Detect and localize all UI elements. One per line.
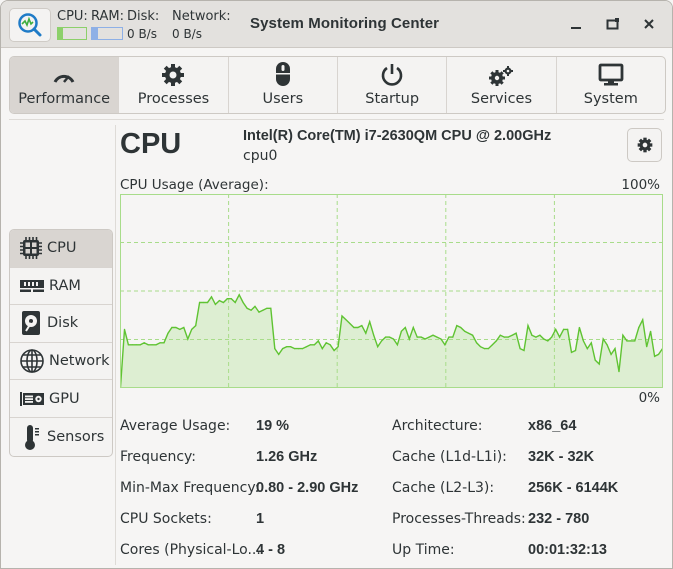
info-left-label: CPU Sockets: bbox=[120, 511, 212, 527]
tab-users[interactable]: Users bbox=[229, 57, 338, 113]
speedometer-icon bbox=[53, 74, 75, 83]
chart-max-label: 100% bbox=[621, 177, 660, 193]
cpu-model-name: Intel(R) Core(TM) i7-2630QM CPU @ 2.00GH… bbox=[243, 128, 552, 144]
cpu-mini-label: CPU: bbox=[57, 9, 88, 24]
minimize-icon bbox=[571, 27, 581, 29]
side-tab-cpu[interactable]: CPU bbox=[10, 230, 112, 268]
info-right-label: Cache (L1d-L1i): bbox=[392, 449, 507, 465]
app-window: CPU: RAM: Disk: Network: 0 B/s 0 B/s Sys… bbox=[0, 0, 673, 569]
tab-system[interactable]: System bbox=[557, 57, 665, 113]
power-icon bbox=[381, 64, 403, 86]
info-left-label: Cores (Physical-Lo... bbox=[120, 542, 261, 558]
side-tab-network-label: Network bbox=[49, 353, 110, 370]
minimize-button[interactable] bbox=[565, 13, 587, 35]
tab-performance-label: Performance bbox=[18, 91, 111, 107]
tab-startup-label: Startup bbox=[365, 91, 420, 107]
header-bar: CPU: RAM: Disk: Network: 0 B/s 0 B/s Sys… bbox=[1, 1, 672, 48]
globe-icon bbox=[20, 349, 44, 373]
info-right-value: 256K - 6144K bbox=[528, 480, 619, 496]
tab-services-label: Services bbox=[470, 91, 533, 107]
cpu-mini-bar bbox=[57, 27, 87, 40]
network-mini-label: Network: bbox=[172, 9, 231, 24]
info-left-label: Average Usage: bbox=[120, 418, 231, 434]
info-left-label: Frequency: bbox=[120, 449, 197, 465]
cpu-device-name: cpu0 bbox=[243, 148, 278, 164]
maximize-button[interactable] bbox=[602, 13, 624, 35]
gpu-icon bbox=[20, 391, 44, 406]
side-tab-ram-label: RAM bbox=[49, 277, 81, 294]
network-mini-value: 0 B/s bbox=[172, 27, 202, 41]
info-right-value: 00:01:32:13 bbox=[528, 542, 607, 558]
info-left-value: 1.26 GHz bbox=[256, 449, 318, 465]
close-icon bbox=[644, 19, 654, 29]
tab-processes[interactable]: Processes bbox=[119, 57, 229, 113]
info-right-value: 232 - 780 bbox=[528, 511, 590, 527]
tab-users-label: Users bbox=[262, 91, 304, 107]
ram-mini-bar bbox=[91, 27, 123, 40]
gear-icon bbox=[637, 137, 652, 153]
tab-system-label: System bbox=[583, 91, 638, 107]
side-tab-disk[interactable]: Disk bbox=[10, 305, 112, 343]
tab-processes-label: Processes bbox=[137, 91, 210, 107]
cpu-usage-chart bbox=[120, 194, 663, 388]
performance-side-tabs: CPU RAM Disk Network GPU Sensors bbox=[9, 229, 113, 457]
main-tab-bar: Performance Processes Users Startup Serv… bbox=[9, 56, 666, 114]
cpu-chip-icon bbox=[20, 237, 42, 260]
side-tab-sensors[interactable]: Sensors bbox=[10, 418, 112, 456]
disk-mini-value: 0 B/s bbox=[127, 27, 157, 41]
info-right-value: 32K - 32K bbox=[528, 449, 595, 465]
info-left-label: Min-Max Frequency: bbox=[120, 480, 260, 496]
chart-min-label: 0% bbox=[638, 390, 660, 406]
gears-icon bbox=[489, 66, 514, 86]
info-right-label: Cache (L2-L3): bbox=[392, 480, 495, 496]
info-left-value: 0.80 - 2.90 GHz bbox=[256, 480, 359, 496]
ram-mini-bar-fill bbox=[92, 28, 98, 39]
tab-performance[interactable]: Performance bbox=[10, 57, 120, 113]
ram-mini-label: RAM: bbox=[91, 9, 124, 24]
side-tab-gpu[interactable]: GPU bbox=[10, 380, 112, 418]
disk-mini-label: Disk: bbox=[127, 9, 160, 24]
app-menu-button[interactable] bbox=[9, 8, 51, 42]
info-right-value: x86_64 bbox=[528, 418, 577, 434]
divider bbox=[115, 125, 116, 565]
window-title: System Monitoring Center bbox=[250, 15, 440, 32]
mouse-icon bbox=[275, 62, 290, 86]
side-tab-disk-label: Disk bbox=[47, 315, 79, 332]
disk-icon bbox=[22, 311, 40, 336]
cpu-usage-area bbox=[120, 294, 663, 388]
info-right-label: Architecture: bbox=[392, 418, 483, 434]
cpu-mini-bar-fill bbox=[58, 28, 64, 39]
info-right-label: Up Time: bbox=[392, 542, 455, 558]
tab-services[interactable]: Services bbox=[447, 57, 557, 113]
page-title: CPU bbox=[120, 128, 182, 160]
monitor-search-icon bbox=[18, 13, 42, 37]
info-right-label: Processes-Threads: bbox=[392, 511, 526, 527]
tab-startup[interactable]: Startup bbox=[338, 57, 448, 113]
close-button[interactable] bbox=[638, 13, 660, 35]
monitor-icon bbox=[598, 63, 624, 86]
side-tab-gpu-label: GPU bbox=[49, 390, 80, 407]
info-left-value: 4 - 8 bbox=[256, 542, 286, 558]
thermometer-icon bbox=[25, 424, 39, 450]
chart-title: CPU Usage (Average): bbox=[120, 177, 269, 193]
info-left-value: 19 % bbox=[256, 418, 290, 434]
side-tab-network[interactable]: Network bbox=[10, 343, 112, 381]
side-tab-cpu-label: CPU bbox=[47, 240, 77, 257]
ram-icon bbox=[20, 279, 44, 292]
cpu-settings-button[interactable] bbox=[627, 128, 662, 162]
divider bbox=[9, 119, 664, 120]
info-left-value: 1 bbox=[256, 511, 265, 527]
side-tab-sensors-label: Sensors bbox=[47, 428, 105, 445]
side-tab-ram[interactable]: RAM bbox=[10, 268, 112, 306]
gear-icon bbox=[162, 64, 185, 86]
restore-icon bbox=[606, 18, 619, 30]
